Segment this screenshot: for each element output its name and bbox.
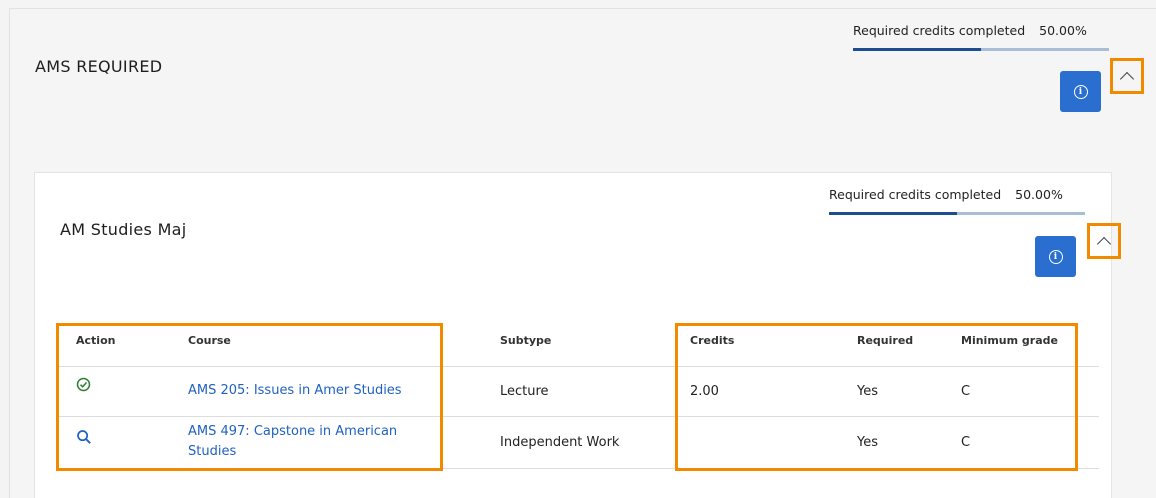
outer-progress-text: Required credits completed 50.00% — [853, 23, 1109, 38]
outer-requirement-title: AMS REQUIRED — [35, 57, 163, 76]
row-divider — [59, 416, 1099, 417]
info-icon: i — [1048, 249, 1063, 264]
inner-requirement-title: AM Studies Maj — [60, 220, 187, 239]
course-link[interactable]: AMS 205: Issues in Amer Studies — [188, 381, 402, 401]
outer-progress-value: 50.00% — [1039, 23, 1087, 38]
credits-cell: 2.00 — [690, 384, 719, 399]
inner-progress-fill — [829, 212, 957, 215]
check-circle-icon[interactable] — [76, 377, 91, 392]
minimum-grade-cell: C — [961, 435, 971, 450]
row-divider — [59, 366, 1099, 367]
course-link-line: AMS 497: Capstone in American — [188, 424, 398, 439]
minimum-grade-cell: C — [961, 384, 971, 399]
inner-collapse-button[interactable] — [1087, 223, 1121, 259]
header-required: Required — [857, 334, 914, 347]
header-course: Course — [188, 334, 231, 347]
inner-progress: Required credits completed 50.00% — [829, 187, 1085, 215]
outer-progress-label: Required credits completed — [853, 23, 1026, 38]
header-credits: Credits — [690, 334, 735, 347]
row-divider — [59, 468, 1099, 469]
inner-progress-label: Required credits completed — [829, 187, 1002, 202]
inner-progress-bar — [829, 212, 1085, 215]
subtype-cell: Lecture — [500, 384, 549, 399]
required-cell: Yes — [857, 435, 878, 450]
inner-progress-value: 50.00% — [1015, 187, 1063, 202]
subtype-cell: Independent Work — [500, 435, 620, 450]
course-link[interactable]: AMS 497: Capstone in American Studies — [188, 422, 397, 462]
chevron-up-icon — [1119, 71, 1135, 86]
header-subtype: Subtype — [500, 334, 552, 347]
outer-progress: Required credits completed 50.00% — [853, 23, 1109, 51]
outer-collapse-button[interactable] — [1110, 58, 1144, 94]
inner-info-button[interactable]: i — [1035, 236, 1076, 277]
outer-progress-fill — [853, 48, 981, 51]
search-icon[interactable] — [76, 429, 92, 445]
course-link-line: Studies — [188, 444, 237, 459]
header-action: Action — [76, 334, 116, 347]
header-minimum-grade: Minimum grade — [961, 334, 1058, 347]
required-cell: Yes — [857, 384, 878, 399]
outer-progress-bar — [853, 48, 1109, 51]
outer-info-button[interactable]: i — [1060, 71, 1101, 112]
inner-progress-text: Required credits completed 50.00% — [829, 187, 1085, 202]
chevron-up-icon — [1096, 236, 1112, 251]
info-icon: i — [1073, 84, 1088, 99]
